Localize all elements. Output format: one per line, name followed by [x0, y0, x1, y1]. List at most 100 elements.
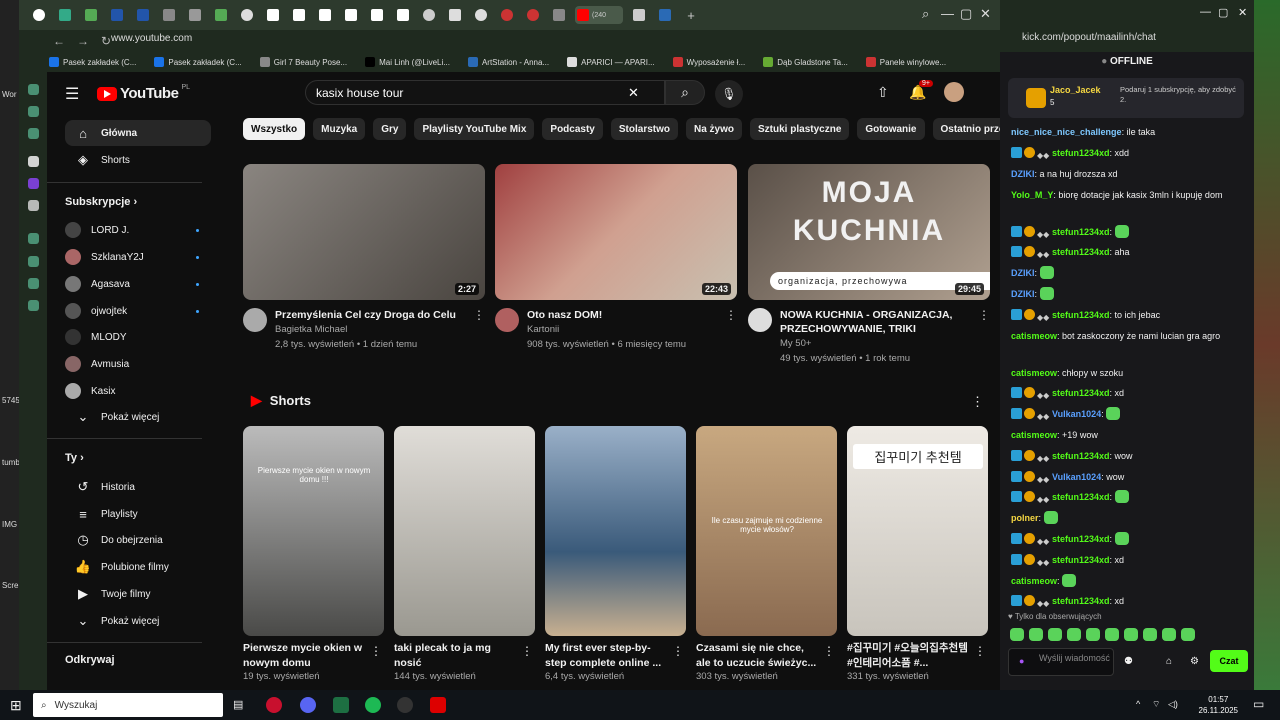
chat-username[interactable]: Yolo_M_Y: [1011, 190, 1053, 200]
voice-search-button[interactable]: 🎙: [715, 80, 743, 108]
video-card[interactable]: 2:27 Przemyślenia Cel czy Droga do Celu …: [243, 164, 485, 352]
menu-icon[interactable]: ☰: [65, 84, 79, 104]
desktop-label[interactable]: Wor: [2, 90, 17, 99]
chat-username[interactable]: DZIKI: [1011, 289, 1035, 299]
twitch-icon[interactable]: [28, 178, 39, 189]
sidebar-sub[interactable]: MLODY: [65, 324, 211, 350]
emote[interactable]: [1181, 628, 1195, 641]
maximize-icon[interactable]: ▢: [1218, 6, 1228, 19]
sidebar-app-icon[interactable]: [28, 278, 39, 289]
emote[interactable]: [1143, 628, 1157, 641]
short-card[interactable]: Pierwsze mycie okien w nowym domu !!! Pi…: [243, 426, 384, 682]
show-more-you[interactable]: ⌄ Pokaż więcej: [65, 608, 211, 634]
more-icon[interactable]: ⋮: [823, 644, 835, 658]
sidebar-item-your-videos[interactable]: ▶ Twoje filmy: [65, 581, 211, 607]
video-title[interactable]: Oto nasz DOM!: [527, 308, 721, 322]
video-card[interactable]: 22:43 Oto nasz DOM! Kartonii 908 tys. wy…: [495, 164, 737, 352]
excel-icon[interactable]: [333, 697, 349, 713]
tab[interactable]: [263, 6, 283, 24]
desktop-label[interactable]: Scre: [2, 581, 18, 590]
tab[interactable]: [133, 6, 153, 24]
chat-username[interactable]: stefun1234xd: [1052, 247, 1110, 257]
search-input[interactable]: kasix house tour ✕: [305, 80, 665, 105]
forward-icon[interactable]: →: [77, 34, 89, 48]
tab[interactable]: [471, 6, 491, 24]
chat-username[interactable]: stefun1234xd: [1052, 534, 1110, 544]
tab[interactable]: [29, 6, 49, 24]
short-card[interactable]: taki plecak to ja mg nosić 144 tys. wyśw…: [394, 426, 535, 682]
sidebar-item-watch-later[interactable]: ◷ Do obejrzenia: [65, 527, 211, 553]
upload-icon[interactable]: ⇧: [877, 84, 889, 101]
video-card[interactable]: MOJA KUCHNIA organizacja, przechowywa 29:…: [748, 164, 990, 366]
more-icon[interactable]: ⋮: [521, 644, 533, 658]
taskbar-clock[interactable]: 01:57 26.11.2025: [1199, 694, 1238, 716]
chat-username[interactable]: nice_nice_nice_challenge: [1011, 127, 1122, 137]
chip[interactable]: Gry: [373, 118, 407, 140]
sidebar-app-icon[interactable]: [28, 128, 39, 139]
opera-gx-icon[interactable]: [266, 697, 282, 713]
chat-username[interactable]: DZIKI: [1011, 268, 1035, 278]
settings-icon[interactable]: [28, 300, 39, 311]
channel-name[interactable]: My 50+: [780, 336, 974, 351]
bookmark[interactable]: Pasek zakładek (C...: [154, 57, 242, 67]
bookmark[interactable]: ArtStation - Anna...: [467, 57, 549, 67]
gift-leaderboard[interactable]: Jaco_Jacek 5 Podaruj 1 subskrypcję, aby …: [1008, 78, 1244, 118]
chat-username[interactable]: catismeow: [1011, 576, 1057, 586]
tab[interactable]: [341, 6, 361, 24]
more-icon[interactable]: ⋮: [370, 644, 382, 658]
reload-icon[interactable]: ↻: [101, 34, 111, 48]
you-header[interactable]: Ty ›: [65, 452, 84, 464]
desktop-label[interactable]: 5745: [2, 396, 20, 405]
send-chat-button[interactable]: Czat: [1210, 650, 1248, 672]
sidebar-sub[interactable]: Avmusia: [65, 351, 211, 377]
minimize-icon[interactable]: —: [941, 6, 954, 21]
emote[interactable]: [1010, 628, 1024, 641]
network-icon[interactable]: ⌔: [1152, 699, 1160, 710]
tab[interactable]: [497, 6, 517, 24]
chat-url[interactable]: kick.com/popout/maailinh/chat: [1022, 32, 1156, 43]
chip[interactable]: Playlisty YouTube Mix: [414, 118, 535, 140]
chat-username[interactable]: stefun1234xd: [1052, 227, 1110, 237]
tab[interactable]: [159, 6, 179, 24]
sidebar-app-icon[interactable]: [28, 156, 39, 167]
chip[interactable]: Muzyka: [313, 118, 366, 140]
spotify-icon[interactable]: [365, 697, 381, 713]
url-field[interactable]: www.youtube.com: [111, 33, 192, 44]
more-icon[interactable]: ⋮: [978, 308, 990, 322]
sidebar-item-home[interactable]: ⌂ Główna: [65, 120, 211, 146]
tab[interactable]: [289, 6, 309, 24]
short-card[interactable]: Ile czasu zajmuje mi codzienne mycie wło…: [696, 426, 837, 682]
more-icon[interactable]: ⋮: [473, 308, 485, 322]
volume-icon[interactable]: ◁): [1168, 699, 1178, 710]
sidebar-app-icon[interactable]: [28, 256, 39, 267]
sidebar-item-history[interactable]: ↺ Historia: [65, 474, 211, 500]
sidebar-item-playlists[interactable]: ≡ Playlisty: [65, 501, 211, 527]
avatar[interactable]: [944, 82, 964, 102]
tab[interactable]: [315, 6, 335, 24]
acrobat-icon[interactable]: [430, 697, 446, 713]
show-more-subs[interactable]: ⌄ Pokaż więcej: [65, 404, 211, 430]
tab[interactable]: [629, 6, 649, 24]
chat-username[interactable]: DZIKI: [1011, 169, 1035, 179]
minimize-icon[interactable]: —: [1200, 6, 1211, 18]
tab[interactable]: [185, 6, 205, 24]
sidebar-sub[interactable]: Kasix: [65, 378, 211, 404]
more-icon[interactable]: ⋮: [974, 644, 986, 658]
bookmark[interactable]: Panele winylowe...: [865, 57, 946, 67]
emote[interactable]: [1086, 628, 1100, 641]
bookmark[interactable]: APARICI — APARI...: [567, 57, 655, 67]
sidebar-item-liked[interactable]: 👍 Polubione filmy: [65, 554, 211, 580]
tab[interactable]: [367, 6, 387, 24]
sidebar-app-icon[interactable]: [28, 233, 39, 244]
chat-username[interactable]: catismeow: [1011, 331, 1057, 341]
sidebar-item-shorts[interactable]: ◈ Shorts: [65, 147, 211, 173]
tab[interactable]: [445, 6, 465, 24]
emote[interactable]: [1067, 628, 1081, 641]
task-view-icon[interactable]: ▤: [233, 698, 243, 711]
tab[interactable]: [549, 6, 569, 24]
chat-username[interactable]: stefun1234xd: [1052, 555, 1110, 565]
bookmark[interactable]: Pasek zakładek (C...: [49, 57, 136, 67]
discord-icon[interactable]: [300, 697, 316, 713]
chip[interactable]: Na żywo: [686, 118, 743, 140]
x-icon[interactable]: [28, 200, 39, 211]
